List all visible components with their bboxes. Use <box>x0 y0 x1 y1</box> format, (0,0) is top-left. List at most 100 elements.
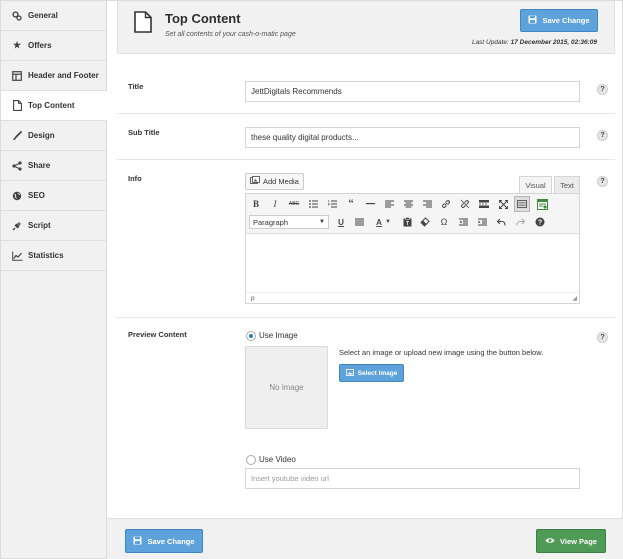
media-icon <box>250 176 260 187</box>
blockquote-icon[interactable]: “ <box>344 197 358 211</box>
sidebar-item-label: Statistics <box>28 251 64 260</box>
sidebar-item-statistics[interactable]: Statistics <box>1 241 106 271</box>
image-placeholder: No image <box>245 346 328 429</box>
star-icon: ★ <box>12 40 22 50</box>
sidebar-item-share[interactable]: Share <box>1 151 106 181</box>
horizontal-rule-icon[interactable] <box>363 197 377 211</box>
svg-text:?: ? <box>538 220 542 227</box>
clear-formatting-icon[interactable] <box>418 215 432 229</box>
numbered-list-icon[interactable] <box>325 197 339 211</box>
editor-path: p <box>251 294 255 302</box>
view-page-button[interactable]: View Page <box>536 529 606 553</box>
add-media-label: Add Media <box>263 177 299 186</box>
sidebar-item-header-footer[interactable]: Header and Footer <box>1 61 106 91</box>
subtitle-input[interactable]: these quality digital products... <box>245 127 580 148</box>
sidebar-item-label: Header and Footer <box>28 71 99 80</box>
last-update-value: 17 December 2015, 02:36:09 <box>510 39 597 46</box>
document-icon <box>134 11 152 38</box>
justify-icon[interactable] <box>352 215 366 229</box>
underline-icon[interactable]: U <box>334 215 348 229</box>
use-image-radio[interactable] <box>246 331 256 341</box>
rich-text-editor[interactable]: B I ABC “ Paragraph ▼ U A ▼ T Ω ? p ◢ <box>245 193 580 304</box>
select-image-label: Select Image <box>357 369 398 377</box>
share-icon <box>11 160 23 171</box>
insert-form-icon[interactable] <box>535 197 549 211</box>
help-icon[interactable]: ? <box>597 130 608 141</box>
help-icon[interactable]: ? <box>597 176 608 187</box>
align-left-icon[interactable] <box>382 197 396 211</box>
help-icon[interactable]: ? <box>597 84 608 95</box>
sidebar-item-script[interactable]: Script <box>1 211 106 241</box>
align-center-icon[interactable] <box>401 197 415 211</box>
tab-visual[interactable]: Visual <box>519 176 552 193</box>
paste-text-icon[interactable]: T <box>400 215 414 229</box>
link-icon[interactable] <box>439 197 453 211</box>
sidebar-item-top-content[interactable]: Top Content <box>1 91 107 121</box>
sidebar-item-label: Design <box>28 131 55 140</box>
sidebar-item-label: Script <box>28 221 51 230</box>
add-media-button[interactable]: Add Media <box>245 173 304 190</box>
save-icon <box>528 15 537 26</box>
use-video-label: Use Video <box>259 455 296 464</box>
sidebar-item-offers[interactable]: ★ Offers <box>1 31 106 61</box>
sidebar-item-label: General <box>28 11 58 20</box>
line-chart-icon <box>11 251 23 261</box>
last-update: Last Update: 17 December 2015, 02:36:09 <box>472 39 597 46</box>
help-icon[interactable]: ? <box>533 215 547 229</box>
help-icon[interactable]: ? <box>597 332 608 343</box>
unlink-icon[interactable] <box>458 197 472 211</box>
read-more-icon[interactable] <box>477 197 491 211</box>
chevron-down-icon[interactable]: ▼ <box>384 215 392 229</box>
title-input[interactable]: JettDigitals Recommends <box>245 81 580 102</box>
save-change-label: Save Change <box>542 16 590 25</box>
toolbar-toggle-icon[interactable] <box>514 196 530 212</box>
sidebar-item-label: Offers <box>28 41 52 50</box>
bold-icon[interactable]: B <box>249 197 263 211</box>
divider <box>117 159 615 160</box>
eye-icon <box>545 537 555 546</box>
save-icon <box>133 536 142 547</box>
save-change-button[interactable]: Save Change <box>520 9 598 32</box>
save-change-button[interactable]: Save Change <box>125 529 203 553</box>
align-right-icon[interactable] <box>420 197 434 211</box>
bullet-list-icon[interactable] <box>306 197 320 211</box>
brush-icon <box>11 130 23 141</box>
outdent-icon[interactable] <box>456 215 470 229</box>
view-page-label: View Page <box>560 536 597 546</box>
paragraph-format-value: Paragraph <box>253 217 289 227</box>
redo-icon[interactable] <box>513 215 527 229</box>
page-header: Top Content Set all contents of your cas… <box>117 1 615 54</box>
video-url-input[interactable]: Insert youtube video url <box>245 468 580 489</box>
fullscreen-icon[interactable] <box>496 197 510 211</box>
indent-icon[interactable] <box>475 215 489 229</box>
sidebar-item-design[interactable]: Design <box>1 121 106 151</box>
sidebar-item-general[interactable]: General <box>1 1 106 31</box>
subtitle-label: Sub Title <box>128 128 160 137</box>
divider <box>117 113 615 114</box>
preview-content-label: Preview Content <box>128 330 187 339</box>
strikethrough-icon[interactable]: ABC <box>287 197 301 211</box>
gears-icon <box>11 10 23 21</box>
use-video-radio[interactable] <box>246 455 256 465</box>
app-root: General ★ Offers Header and Footer Top C… <box>0 0 623 559</box>
use-image-label: Use Image <box>259 331 298 340</box>
special-character-icon[interactable]: Ω <box>437 215 451 229</box>
select-image-button[interactable]: Select Image <box>339 364 404 382</box>
undo-icon[interactable] <box>494 215 508 229</box>
sidebar-item-label: Share <box>28 161 51 170</box>
document-icon <box>11 100 23 111</box>
italic-icon[interactable]: I <box>268 197 282 211</box>
chevron-down-icon: ▼ <box>319 219 325 225</box>
title-label: Title <box>128 82 144 91</box>
last-update-label: Last Update: <box>471 39 509 46</box>
divider <box>117 317 615 318</box>
plug-icon <box>11 221 23 231</box>
resize-handle-icon[interactable]: ◢ <box>572 295 577 302</box>
editor-statusbar: p ◢ <box>246 292 579 303</box>
paragraph-format-select[interactable]: Paragraph ▼ <box>249 215 329 229</box>
svg-text:T: T <box>405 221 408 227</box>
page-footer: Save Change View Page <box>107 518 623 559</box>
tab-text[interactable]: Text <box>554 176 580 193</box>
editor-toolbar: B I ABC “ Paragraph ▼ U A ▼ T Ω ? <box>246 194 579 234</box>
sidebar-item-seo[interactable]: SEO <box>1 181 106 211</box>
